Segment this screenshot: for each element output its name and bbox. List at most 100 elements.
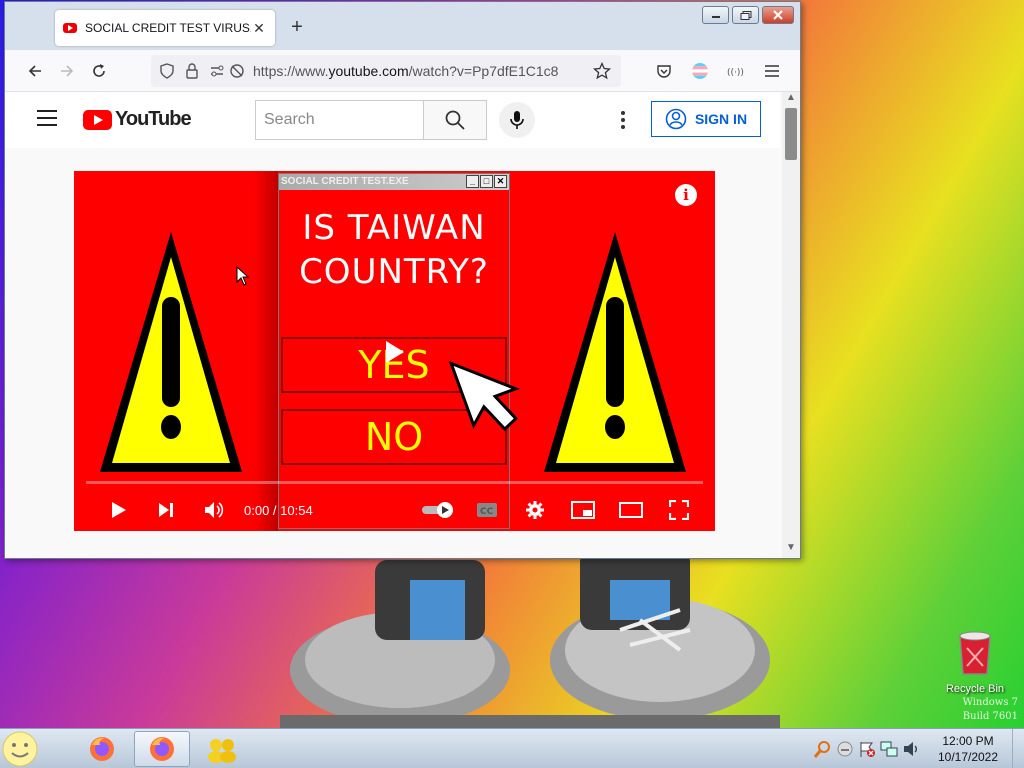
restore-icon bbox=[740, 10, 751, 20]
clock-date: 10/17/2022 bbox=[937, 750, 999, 764]
minimize-icon bbox=[711, 16, 720, 18]
theater-mode-button[interactable] bbox=[607, 489, 655, 531]
maximize-button[interactable] bbox=[732, 6, 759, 24]
autoplay-toggle[interactable] bbox=[415, 489, 463, 531]
start-button[interactable] bbox=[0, 729, 40, 768]
close-window-button[interactable] bbox=[762, 6, 794, 24]
account-circle-icon bbox=[665, 108, 687, 130]
popup-window-buttons: _ □ ✕ bbox=[466, 175, 507, 188]
reload-icon bbox=[93, 63, 105, 77]
youtube-logo-text: YouTube bbox=[115, 108, 192, 130]
popup-close-icon: ✕ bbox=[494, 175, 507, 188]
video-controls: 0:00 / 10:54 CC bbox=[74, 489, 715, 531]
youtube-header: YouTube Search SIGN IN bbox=[5, 92, 780, 148]
miniplayer-button[interactable] bbox=[559, 489, 607, 531]
video-player[interactable]: SOCIAL CREDIT TEST.EXE _ □ ✕ IS TAIWAN C… bbox=[74, 171, 715, 531]
miniplayer-icon bbox=[571, 501, 595, 519]
tab-youtube[interactable]: SOCIAL CREDIT TEST VIRUS⚠!!! ✕ bbox=[55, 10, 275, 46]
taskbar-users-app[interactable] bbox=[194, 731, 250, 767]
youtube-favicon-icon bbox=[63, 23, 77, 33]
info-button[interactable]: i bbox=[675, 184, 697, 206]
recycle-bin-label: Recycle Bin bbox=[945, 683, 1005, 695]
tray-network[interactable] bbox=[878, 738, 900, 760]
question-line-1: IS TAIWAN bbox=[302, 208, 486, 248]
play-button[interactable] bbox=[94, 489, 142, 531]
scroll-up-icon[interactable]: ▲ bbox=[782, 92, 800, 108]
url-host: youtube.com bbox=[328, 63, 409, 79]
tray-emoji[interactable] bbox=[834, 738, 856, 760]
navigation-toolbar: https://www.youtube.com/watch?v=Pp7dfE1C… bbox=[5, 50, 800, 92]
pocket-button[interactable] bbox=[648, 55, 680, 87]
speaker-icon bbox=[904, 742, 917, 756]
watermark-line-2: Build 7601 bbox=[962, 711, 1018, 722]
popup-question: IS TAIWAN COUNTRY? bbox=[279, 206, 509, 294]
volume-button[interactable] bbox=[190, 489, 238, 531]
forward-arrow-icon bbox=[61, 64, 74, 77]
autoplay-toggle-icon bbox=[422, 502, 453, 518]
forward-button[interactable] bbox=[51, 55, 83, 87]
video-cursor-icon bbox=[448, 360, 520, 432]
tray-action-center[interactable] bbox=[856, 738, 878, 760]
flag-avatar-icon bbox=[692, 63, 708, 79]
settings-menu-button[interactable] bbox=[613, 106, 633, 134]
back-arrow-icon bbox=[28, 64, 41, 77]
taskbar-firefox-pinned[interactable] bbox=[74, 731, 130, 767]
tab-bar: SOCIAL CREDIT TEST VIRUS⚠!!! ✕ + bbox=[5, 2, 800, 50]
emoji-face-icon bbox=[837, 741, 853, 757]
theater-mode-icon bbox=[619, 502, 643, 518]
account-button[interactable] bbox=[684, 55, 716, 87]
search-input[interactable]: Search bbox=[255, 100, 423, 140]
app-menu-button[interactable] bbox=[756, 55, 788, 87]
next-button[interactable] bbox=[142, 489, 190, 531]
tab-close-icon[interactable]: ✕ bbox=[251, 20, 267, 37]
toolbar-right: ((·)) bbox=[648, 55, 788, 87]
tray-search[interactable] bbox=[812, 738, 834, 760]
new-tab-button[interactable]: + bbox=[287, 16, 307, 38]
smiley-start-icon bbox=[2, 731, 38, 766]
url-text[interactable]: https://www.youtube.com/watch?v=Pp7dfE1C… bbox=[253, 63, 558, 79]
fullscreen-button[interactable] bbox=[655, 489, 703, 531]
sign-in-label: SIGN IN bbox=[694, 111, 748, 127]
video-controls-right: CC bbox=[415, 489, 703, 531]
tab-title: SOCIAL CREDIT TEST VIRUS⚠!!! bbox=[85, 21, 251, 35]
close-icon bbox=[773, 10, 783, 20]
page-scrollbar[interactable]: ▲ ▼ bbox=[782, 92, 800, 558]
system-tray: 12:00 PM 10/17/2022 bbox=[812, 729, 1024, 768]
youtube-logo[interactable]: YouTube bbox=[83, 108, 192, 131]
search-icon bbox=[445, 110, 465, 130]
reload-button[interactable] bbox=[83, 55, 115, 87]
taskbar-firefox-active[interactable] bbox=[134, 730, 190, 767]
mouse-pointer-icon bbox=[236, 266, 250, 286]
hamburger-menu-icon bbox=[765, 65, 779, 77]
voice-search-button[interactable] bbox=[499, 102, 535, 138]
tray-volume[interactable] bbox=[900, 738, 922, 760]
show-desktop-button[interactable] bbox=[1012, 729, 1024, 768]
bookmark-star-icon[interactable] bbox=[593, 62, 611, 80]
address-bar[interactable]: https://www.youtube.com/watch?v=Pp7dfE1C… bbox=[151, 55, 621, 87]
guide-menu-icon[interactable] bbox=[37, 110, 57, 126]
large-play-button[interactable] bbox=[362, 331, 426, 373]
settings-button[interactable] bbox=[511, 489, 559, 531]
scrollbar-thumb[interactable] bbox=[785, 108, 797, 160]
play-icon bbox=[112, 502, 126, 518]
os-watermark: Windows 7 Build 7601 bbox=[963, 696, 1018, 724]
back-button[interactable] bbox=[19, 55, 51, 87]
lock-icon bbox=[186, 63, 198, 79]
skip-next-icon bbox=[159, 503, 173, 517]
dot-icon bbox=[621, 118, 625, 122]
scroll-down-icon[interactable]: ▼ bbox=[782, 542, 800, 558]
video-progress-bar[interactable] bbox=[86, 481, 703, 484]
recycle-bin-desktop-icon[interactable]: Recycle Bin bbox=[940, 630, 1010, 695]
pocket-icon bbox=[657, 65, 671, 78]
search-button[interactable] bbox=[423, 100, 487, 140]
fullscreen-icon bbox=[669, 500, 689, 520]
sign-in-button[interactable]: SIGN IN bbox=[651, 101, 761, 137]
minimize-button[interactable] bbox=[702, 6, 729, 24]
browser-window: SOCIAL CREDIT TEST VIRUS⚠!!! ✕ + bbox=[4, 1, 801, 559]
autoplay-blocked-icon bbox=[230, 64, 244, 78]
extension-button[interactable]: ((·)) bbox=[720, 55, 752, 87]
captions-button[interactable]: CC bbox=[463, 489, 511, 531]
taskbar-clock[interactable]: 12:00 PM 10/17/2022 bbox=[928, 733, 1008, 765]
shield-icon bbox=[160, 63, 174, 79]
firefox-icon bbox=[90, 736, 114, 761]
